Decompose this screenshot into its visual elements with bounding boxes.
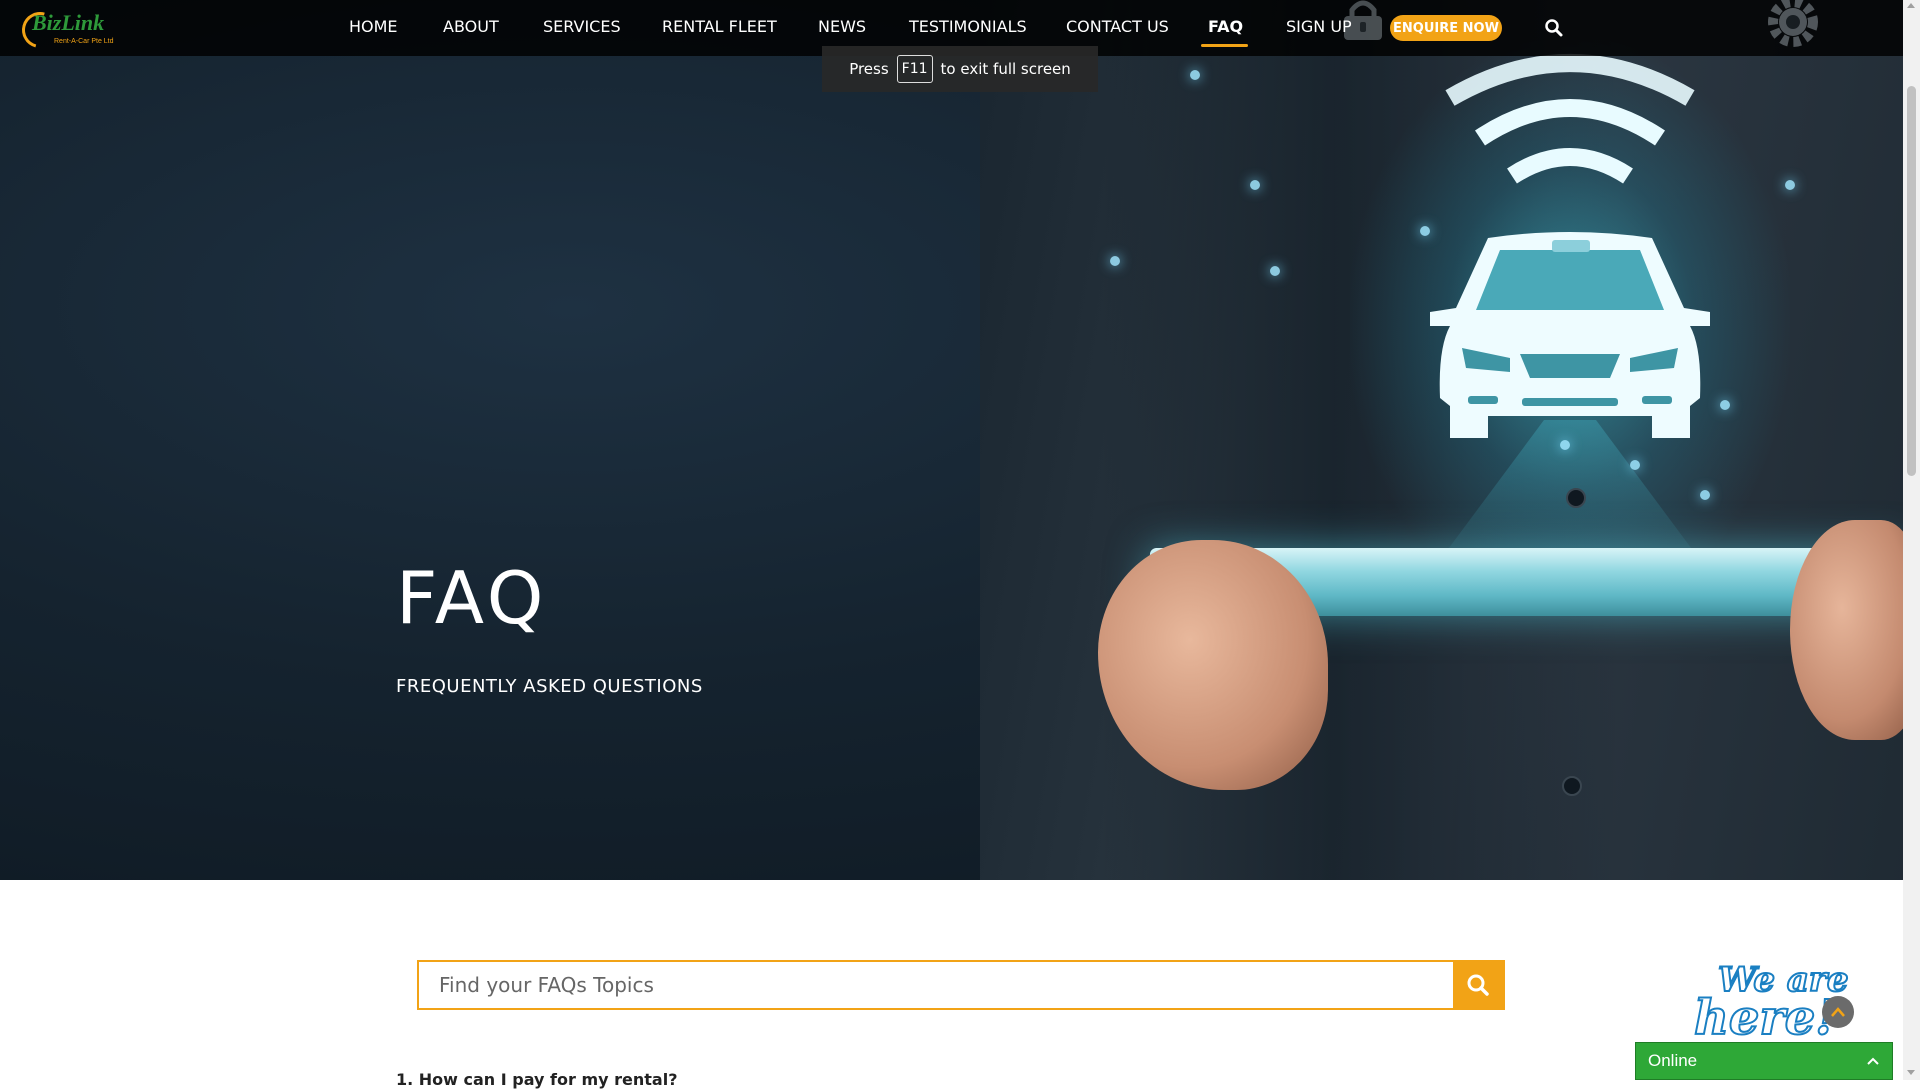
nav-item-about[interactable]: ABOUT [443, 17, 499, 36]
chevron-up-icon [1867, 1057, 1879, 1065]
scroll-up-arrow-icon[interactable] [1907, 3, 1915, 8]
search-icon [1467, 974, 1489, 996]
search-icon[interactable] [1544, 18, 1564, 38]
shirt-button [1566, 488, 1586, 508]
chat-status-bar[interactable]: Online [1635, 1042, 1893, 1080]
page-scrollbar[interactable] [1903, 0, 1920, 1080]
site-logo[interactable]: BizLink Rent-A-Car Pte Ltd [15, 5, 122, 55]
sparkle [1270, 266, 1280, 276]
faq-search-input[interactable] [419, 962, 1453, 1008]
gear-icon [1768, 0, 1818, 47]
nav-item-services[interactable]: SERVICES [543, 17, 621, 36]
nav-item-testimonials[interactable]: TESTIMONIALS [909, 17, 1027, 36]
enquire-now-button[interactable]: ENQUIRE NOW [1390, 15, 1502, 41]
chat-status-label: Online [1648, 1051, 1698, 1070]
page-subtitle: FREQUENTLY ASKED QUESTIONS [396, 676, 703, 697]
sparkle [1720, 400, 1730, 410]
fullscreen-rest-text: to exit full screen [940, 60, 1071, 78]
fullscreen-press-text: Press [849, 60, 889, 78]
sparkle [1785, 180, 1795, 190]
hero-banner: FAQ FREQUENTLY ASKED QUESTIONS [0, 0, 1903, 880]
faq-search-box [417, 960, 1505, 1010]
sparkle [1250, 180, 1260, 190]
logo-text: BizLink [32, 10, 105, 35]
nav-item-contact-us[interactable]: CONTACT US [1066, 17, 1169, 36]
page-title: FAQ [396, 556, 548, 640]
chevron-up-icon [1831, 1007, 1845, 1017]
chat-badge-line2: here! [1693, 989, 1837, 1047]
sparkle [1700, 490, 1710, 500]
faq-search-button[interactable] [1453, 962, 1503, 1008]
sparkle [1630, 460, 1640, 470]
back-to-top-button[interactable] [1822, 996, 1854, 1028]
scroll-down-arrow-icon[interactable] [1907, 1070, 1915, 1075]
nav-item-news[interactable]: NEWS [818, 17, 866, 36]
car-icon [1430, 232, 1710, 438]
sparkle [1110, 256, 1120, 266]
sparkle [1190, 70, 1200, 80]
fullscreen-key: F11 [896, 55, 933, 83]
logo-tagline: Rent-A-Car Pte Ltd [54, 38, 114, 45]
nav-item-rental-fleet[interactable]: RENTAL FLEET [662, 17, 777, 36]
wifi-icon [1445, 54, 1695, 184]
fullscreen-notice: Press F11 to exit full screen [822, 46, 1098, 92]
scroll-thumb[interactable] [1907, 86, 1916, 476]
nav-active-indicator [1201, 44, 1248, 47]
nav-item-sign-up[interactable]: SIGN UP [1286, 17, 1352, 36]
nav-item-home[interactable]: HOME [349, 17, 398, 36]
shirt-button [1562, 776, 1582, 796]
nav-item-faq[interactable]: FAQ [1208, 17, 1243, 36]
